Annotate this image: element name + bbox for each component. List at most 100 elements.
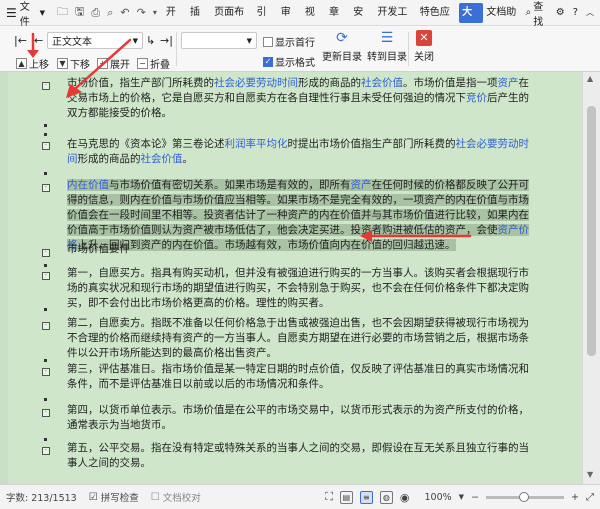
move-up-label: 上移 — [29, 60, 49, 71]
paragraph-marker[interactable]: · — [42, 409, 50, 417]
paragraph[interactable]: 第四，以货币单位表示。市场价值是在公平的市场交易中，以货币形式表示的为资产所支付… — [67, 403, 535, 433]
tab-review[interactable]: 审阅 — [278, 3, 302, 38]
close-label: 关闭 — [414, 52, 434, 63]
chevron-down-icon[interactable]: ▼ — [459, 493, 464, 501]
tab-chapter[interactable]: 章节 — [326, 3, 350, 38]
open-icon[interactable]: 🗀 — [57, 3, 68, 22]
tab-start[interactable]: 开始 — [163, 3, 187, 38]
hyperlink[interactable]: 资产 — [351, 179, 372, 191]
scroll-up-icon[interactable]: ▲ — [587, 74, 593, 83]
show-first-line-checkbox[interactable]: 显示首行 — [263, 34, 315, 49]
doc-check-button[interactable]: ☐ 文档校对 — [145, 490, 207, 505]
paragraph-marker[interactable]: · — [42, 184, 50, 192]
preview-icon[interactable]: ⌕ — [107, 6, 113, 20]
paragraph-marker[interactable]: · — [42, 368, 50, 376]
paragraph[interactable]: 在马克思的《资本论》第三卷论述利润率平均化时提出市场价值指生产部门所耗费的社会必… — [67, 137, 535, 167]
update-toc-icon: ⟳ — [336, 30, 348, 46]
hyperlink[interactable]: 社会价值 — [361, 77, 403, 89]
paragraph-marker[interactable]: · — [42, 447, 50, 455]
show-format-checkbox[interactable]: ✓ 显示格式 — [263, 54, 315, 69]
hyperlink[interactable]: 社会必要劳动时间 — [214, 77, 298, 89]
tab-insert[interactable]: 插入 — [187, 3, 211, 38]
spell-check-button[interactable]: ☑ 拼写检查 — [83, 490, 145, 505]
settings-icon[interactable]: ⚙ — [556, 7, 565, 18]
zoom-slider[interactable] — [486, 491, 565, 502]
save-icon[interactable]: 🖫 — [75, 3, 84, 22]
empty-paragraph-bullet — [44, 308, 47, 311]
tab-developer[interactable]: 开发工具 — [374, 3, 416, 38]
zoom-in-icon[interactable]: + — [571, 492, 579, 503]
quick-access-toolbar: 🗀 🖫 ⎙ ⌕ ↶ ↷ ▾ — [51, 3, 163, 22]
tab-references[interactable]: 引用 — [254, 3, 278, 38]
tab-features[interactable]: 特色应用 — [417, 3, 459, 38]
tab-view[interactable]: 视图 — [302, 3, 326, 38]
hyperlink[interactable]: 竞价 — [466, 92, 487, 104]
text-run: 。 — [182, 153, 194, 165]
fit-page-icon[interactable]: ⤢ — [586, 492, 594, 503]
text-run: 市场价值要件 — [67, 243, 130, 255]
paragraph-marker[interactable]: · — [42, 272, 50, 280]
move-down-button[interactable]: ▼ 下移 — [57, 56, 90, 71]
hyperlink[interactable]: 利润率平均化 — [225, 138, 288, 150]
show-level-select[interactable]: ▼ — [181, 32, 257, 49]
collapse-ribbon-icon[interactable]: ︿ — [586, 7, 594, 18]
more-icon[interactable]: ▾ — [153, 8, 157, 17]
promote-to-heading-icon[interactable]: |← — [14, 34, 27, 47]
tab-security[interactable]: 安全 — [350, 3, 374, 38]
tab-outline[interactable]: 大纲 — [459, 2, 484, 38]
paragraph-marker[interactable]: · — [42, 82, 50, 90]
spell-check-label: 拼写检查 — [100, 493, 139, 504]
expand-icon: + — [97, 58, 108, 69]
file-menu-button[interactable]: ☰ 文件 ▼ — [0, 2, 51, 28]
move-up-button[interactable]: ▲ 上移 — [16, 56, 49, 71]
search-button[interactable]: ⌕ 查找 — [526, 0, 548, 28]
outline-ribbon: |← ← 正文文本 ▼ ↳ →| ▲ 上移 ▼ 下移 + 展开 − 折叠 ▼ 显… — [0, 26, 600, 72]
paragraph-marker[interactable]: · — [42, 142, 50, 150]
fullscreen-icon[interactable]: ⛶ — [325, 490, 333, 504]
zoom-value[interactable]: 100% — [425, 492, 452, 503]
paragraph[interactable]: 第三，评估基准日。指市场价值是某一特定日期的时点价值，仅反映了评估基准日的真实市… — [67, 362, 535, 392]
paragraph[interactable]: 第五，公平交易。指在没有特定或特殊关系的当事人之间的交易，即假设在互无关系且独立… — [67, 441, 535, 471]
scroll-down-icon[interactable]: ▼ — [587, 470, 593, 479]
promote-icon[interactable]: ← — [34, 34, 43, 47]
document-area[interactable]: · 市场价值，指生产部门所耗费的社会必要劳动时间形成的商品的社会价值。市场价值是… — [0, 72, 600, 484]
paragraph[interactable]: 市场价值，指生产部门所耗费的社会必要劳动时间形成的商品的社会价值。市场价值是指一… — [67, 76, 535, 121]
close-outline-button[interactable]: ✕ 关闭 — [414, 30, 434, 63]
collapse-button[interactable]: − 折叠 — [137, 56, 170, 71]
update-toc-button[interactable]: ⟳ 更新目录 — [322, 30, 362, 63]
paragraph[interactable]: 第一，自愿买方。指具有购买动机，但并没有被强迫进行购买的一方当事人。该购买者会根… — [67, 266, 535, 311]
help-icon[interactable]: ? — [573, 7, 578, 18]
paragraph[interactable]: 市场价值要件 — [67, 242, 535, 257]
tab-page-layout[interactable]: 页面布局 — [211, 3, 253, 38]
goto-toc-button[interactable]: ☰ 转到目录 — [367, 30, 407, 63]
eye-protection-icon[interactable]: ◉ — [400, 491, 410, 504]
paragraph[interactable]: 第二，自愿卖方。指既不准备以任何价格急于出售或被强迫出售，也不会因期望获得被现行… — [67, 316, 535, 361]
outline-view-icon[interactable]: ≡ — [359, 490, 373, 504]
goto-toc-icon: ☰ — [380, 30, 394, 46]
tab-doc-assistant[interactable]: 文档助手 — [483, 3, 525, 38]
zoom-slider-knob[interactable] — [519, 491, 530, 502]
page-view-icon[interactable]: ▤ — [339, 490, 353, 504]
demote-icon[interactable]: ↳ — [146, 34, 155, 47]
word-count[interactable]: 字数: 213/1513 — [0, 490, 83, 504]
goto-toc-label: 转到目录 — [367, 52, 407, 63]
zoom-out-icon[interactable]: − — [471, 492, 479, 503]
document-page[interactable]: · 市场价值，指生产部门所耗费的社会必要劳动时间形成的商品的社会价值。市场价值是… — [8, 72, 582, 484]
paragraph-marker[interactable]: · — [42, 322, 50, 330]
hyperlink[interactable]: 社会价值 — [141, 153, 183, 165]
empty-paragraph-bullet — [44, 438, 47, 441]
hyperlink[interactable]: 资产 — [498, 77, 519, 89]
paragraph-marker[interactable]: · — [42, 249, 50, 257]
demote-to-body-icon[interactable]: →| — [160, 34, 173, 47]
vertical-scrollbar[interactable]: ▲ ▼ — [582, 72, 600, 484]
chevron-down-icon: ▼ — [39, 8, 46, 17]
chevron-down-icon: ▼ — [246, 36, 252, 45]
expand-button[interactable]: + 展开 — [97, 56, 130, 71]
print-icon[interactable]: ⎙ — [91, 6, 100, 20]
hyperlink[interactable]: 内在价值 — [67, 179, 109, 191]
redo-icon[interactable]: ↷ — [137, 6, 146, 19]
undo-icon[interactable]: ↶ — [120, 6, 129, 19]
web-view-icon[interactable]: ◍ — [379, 490, 393, 504]
scrollbar-thumb[interactable] — [587, 106, 596, 356]
outline-level-select[interactable]: 正文文本 ▼ — [47, 32, 143, 49]
